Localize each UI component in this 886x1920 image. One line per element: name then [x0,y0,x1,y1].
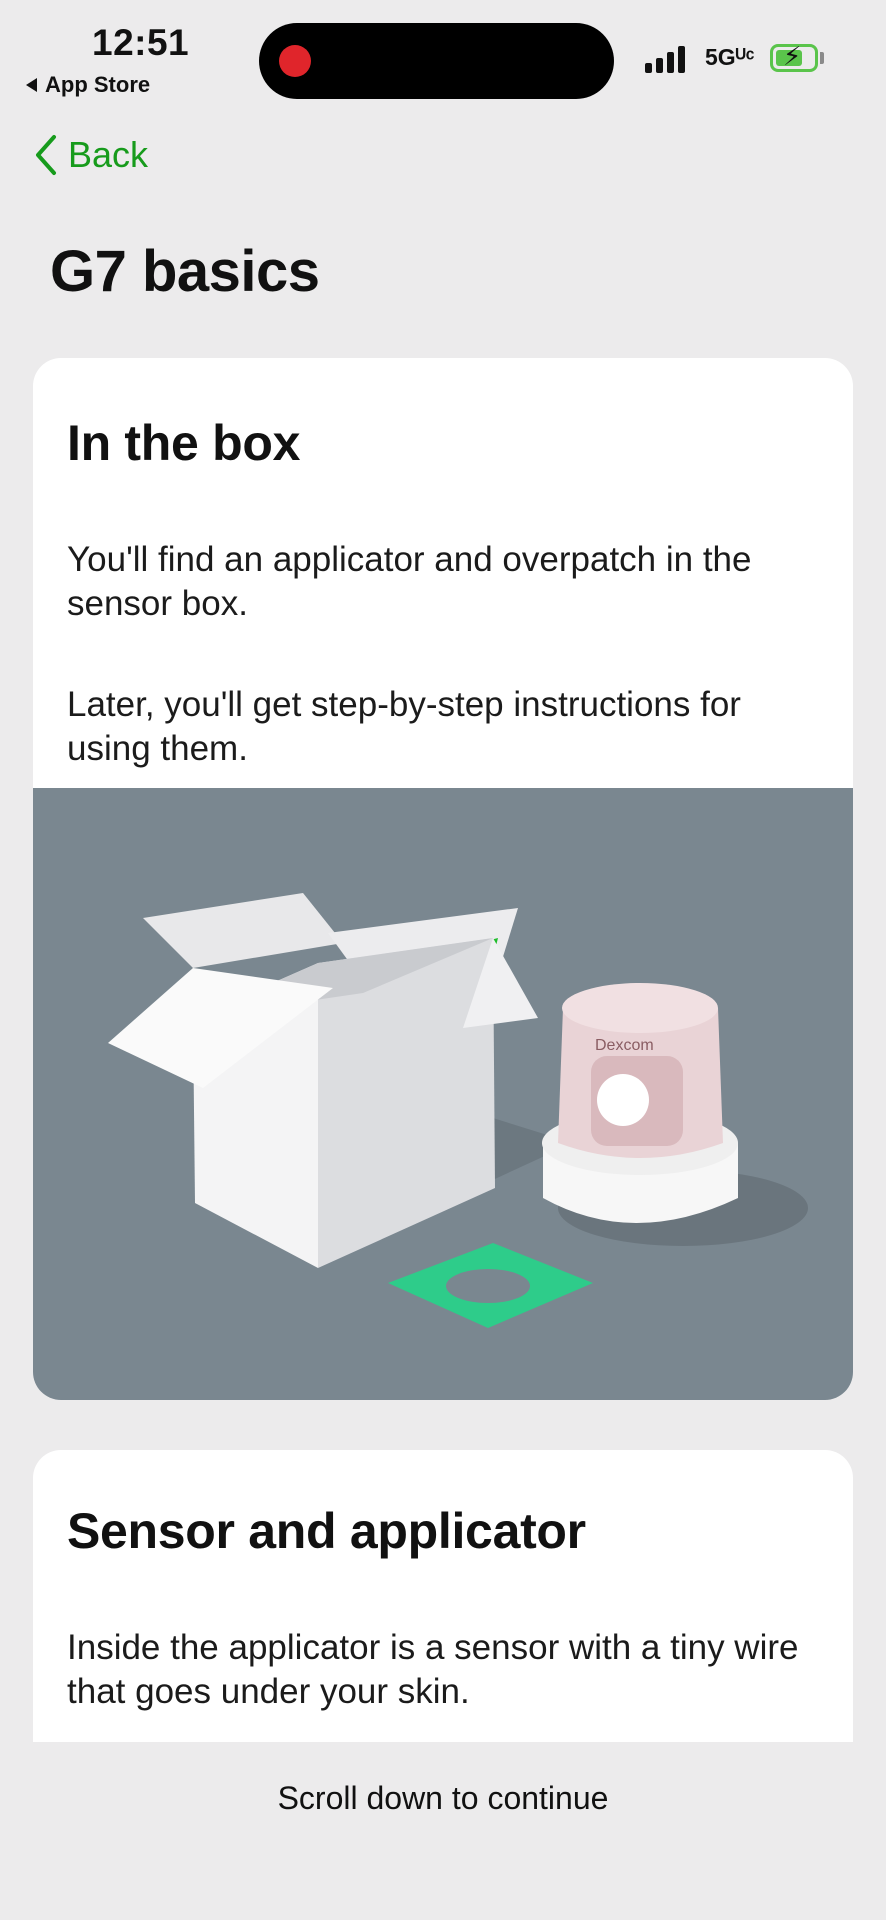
battery-charging-icon: ⚡ [770,43,818,72]
battery-cap [820,52,824,64]
back-button[interactable]: Back [34,134,148,176]
card-paragraph: Inside the applicator is a sensor with a… [67,1628,799,1711]
status-bar: 12:51 App Store 5Gᵁᶜ ⚡ [0,0,886,110]
return-app-label: App Store [45,72,151,97]
status-time: 12:51 [92,22,190,63]
signal-icon [645,46,685,73]
record-icon [279,45,311,77]
card-heading: Sensor and applicator [67,1503,586,1559]
page-title: G7 basics [50,239,320,304]
scroll-hint: Scroll down to continue [277,1780,609,1816]
in-the-box-card: In the box You'll find an applicator and… [33,358,853,1400]
return-to-app-store-link[interactable]: App Store [26,72,150,98]
dynamic-island [259,23,614,99]
back-label: Back [68,134,149,175]
box-applicator-overpatch-image: Dexcom [108,893,808,1328]
card-paragraph: Later, you'll get step-by-step instructi… [67,685,741,768]
network-type: 5Gᵁᶜ [705,44,755,70]
chevron-left-icon [36,135,56,175]
card-heading: In the box [67,415,301,471]
in-the-box-illustration: Dexcom [33,788,853,1400]
bottom-bar [0,1742,886,1920]
applicator-brand-text: Dexcom [595,1037,654,1054]
back-triangle-icon [26,78,37,92]
card-paragraph: You'll find an applicator and overpatch … [67,540,752,623]
sensor-applicator-card: Sensor and applicator Inside the applica… [33,1450,853,1750]
